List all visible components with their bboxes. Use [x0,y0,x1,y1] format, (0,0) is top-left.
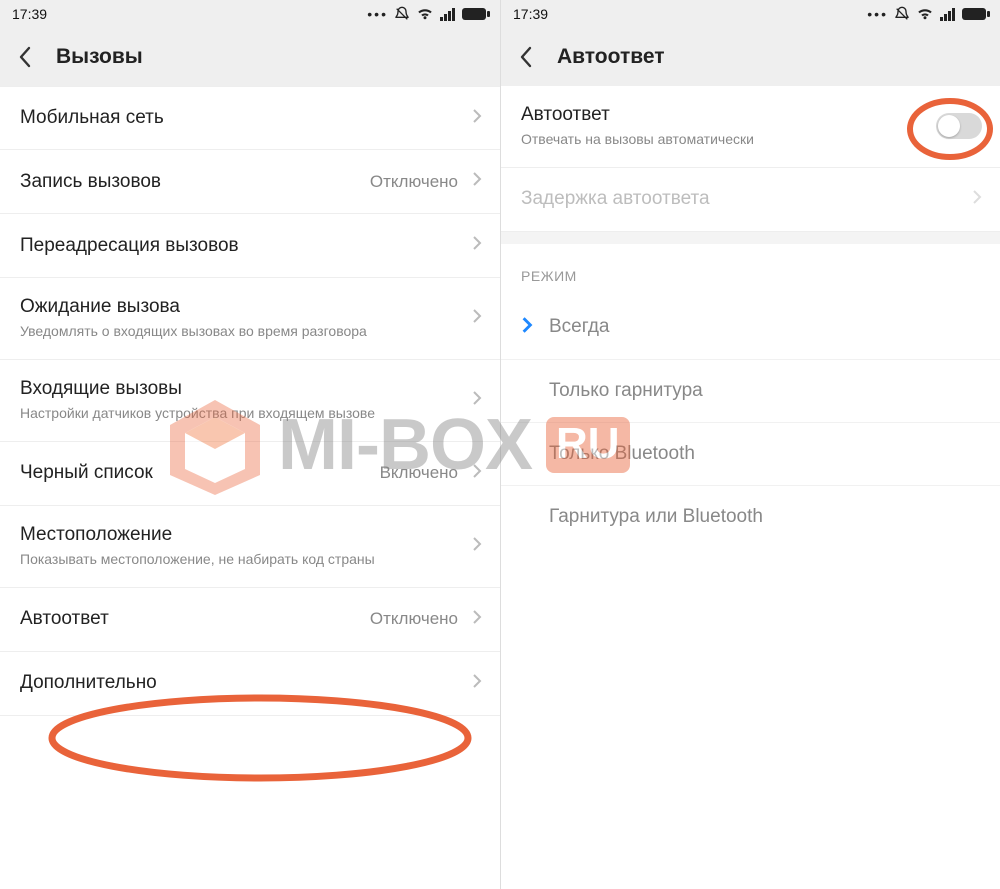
chevron-right-icon [472,390,482,411]
chevron-right-icon [472,536,482,557]
row-label: Ожидание вызова [20,296,472,318]
settings-list: Мобильная сеть Запись вызовов Отключено … [0,86,500,889]
signal-icon [940,7,956,21]
mode-headset-or-bluetooth[interactable]: Гарнитура или Bluetooth [501,486,1000,548]
row-call-recording[interactable]: Запись вызовов Отключено [0,150,500,214]
row-label: Местоположение [20,524,472,546]
status-time: 17:39 [12,6,47,22]
row-call-forwarding[interactable]: Переадресация вызовов [0,214,500,278]
mode-label: Только гарнитура [549,380,703,402]
row-label: Автоответ [20,608,370,630]
page-title: Автоответ [557,45,665,69]
phone-left: 17:39 Вызовы [0,0,500,889]
row-auto-answer-toggle[interactable]: Автоответ Отвечать на вызовы автоматичес… [501,86,1000,168]
row-subtitle: Отвечать на вызовы автоматически [521,130,928,149]
section-header-mode: РЕЖИМ [501,244,1000,296]
chevron-right-icon [472,171,482,192]
row-subtitle: Уведомлять о входящих вызовах во время р… [20,322,472,341]
row-location[interactable]: Местоположение Показывать местоположение… [0,506,500,588]
back-button[interactable] [12,44,38,70]
row-subtitle: Показывать местоположение, не набирать к… [20,550,472,569]
row-value: Отключено [370,172,458,192]
app-bar: Автоответ [501,28,1000,86]
row-value: Отключено [370,609,458,629]
row-additional[interactable]: Дополнительно [0,652,500,716]
status-time: 17:39 [513,6,548,22]
mode-bluetooth-only[interactable]: Только Bluetooth [501,423,1000,486]
mode-label: Гарнитура или Bluetooth [549,506,763,528]
row-label: Черный список [20,462,380,484]
more-icon [367,6,388,22]
row-label: Автоответ [521,104,928,126]
status-bar: 17:39 [0,0,500,28]
row-label: Дополнительно [20,672,472,694]
mode-label: Только Bluetooth [549,443,695,465]
battery-icon [962,7,990,21]
mode-headset-only[interactable]: Только гарнитура [501,360,1000,423]
row-value: Включено [380,463,458,483]
chevron-right-icon [472,308,482,329]
auto-answer-content: Автоответ Отвечать на вызовы автоматичес… [501,86,1000,889]
more-icon [867,6,888,22]
mode-always[interactable]: Всегда [501,296,1000,360]
mute-icon [394,6,410,22]
row-subtitle: Настройки датчиков устройства при входящ… [20,404,472,423]
row-label: Запись вызовов [20,171,370,193]
row-label: Мобильная сеть [20,107,472,129]
row-incoming-calls[interactable]: Входящие вызовы Настройки датчиков устро… [0,360,500,442]
chevron-right-icon [972,189,982,210]
chevron-right-icon [472,609,482,630]
row-auto-answer-delay: Задержка автоответа [501,168,1000,232]
chevron-right-icon [472,463,482,484]
mode-label: Всегда [549,316,609,338]
wifi-icon [416,7,434,21]
chevron-right-icon [472,235,482,256]
row-auto-answer[interactable]: Автоответ Отключено [0,588,500,652]
back-button[interactable] [513,44,539,70]
wifi-icon [916,7,934,21]
page-title: Вызовы [56,45,143,69]
app-bar: Вызовы [0,28,500,86]
mute-icon [894,6,910,22]
check-icon [521,316,537,339]
row-label: Переадресация вызовов [20,235,472,257]
chevron-right-icon [472,108,482,129]
status-icons [367,6,490,22]
row-label: Входящие вызовы [20,378,472,400]
row-blacklist[interactable]: Черный список Включено [0,442,500,506]
chevron-right-icon [472,673,482,694]
signal-icon [440,7,456,21]
battery-icon [462,7,490,21]
status-bar: 17:39 [501,0,1000,28]
section-spacer [501,232,1000,244]
row-mobile-network[interactable]: Мобильная сеть [0,86,500,150]
phone-right: 17:39 Автоответ [500,0,1000,889]
row-call-waiting[interactable]: Ожидание вызова Уведомлять о входящих вы… [0,278,500,360]
status-icons [867,6,990,22]
row-label: Задержка автоответа [521,188,972,210]
toggle-switch[interactable] [936,113,982,139]
